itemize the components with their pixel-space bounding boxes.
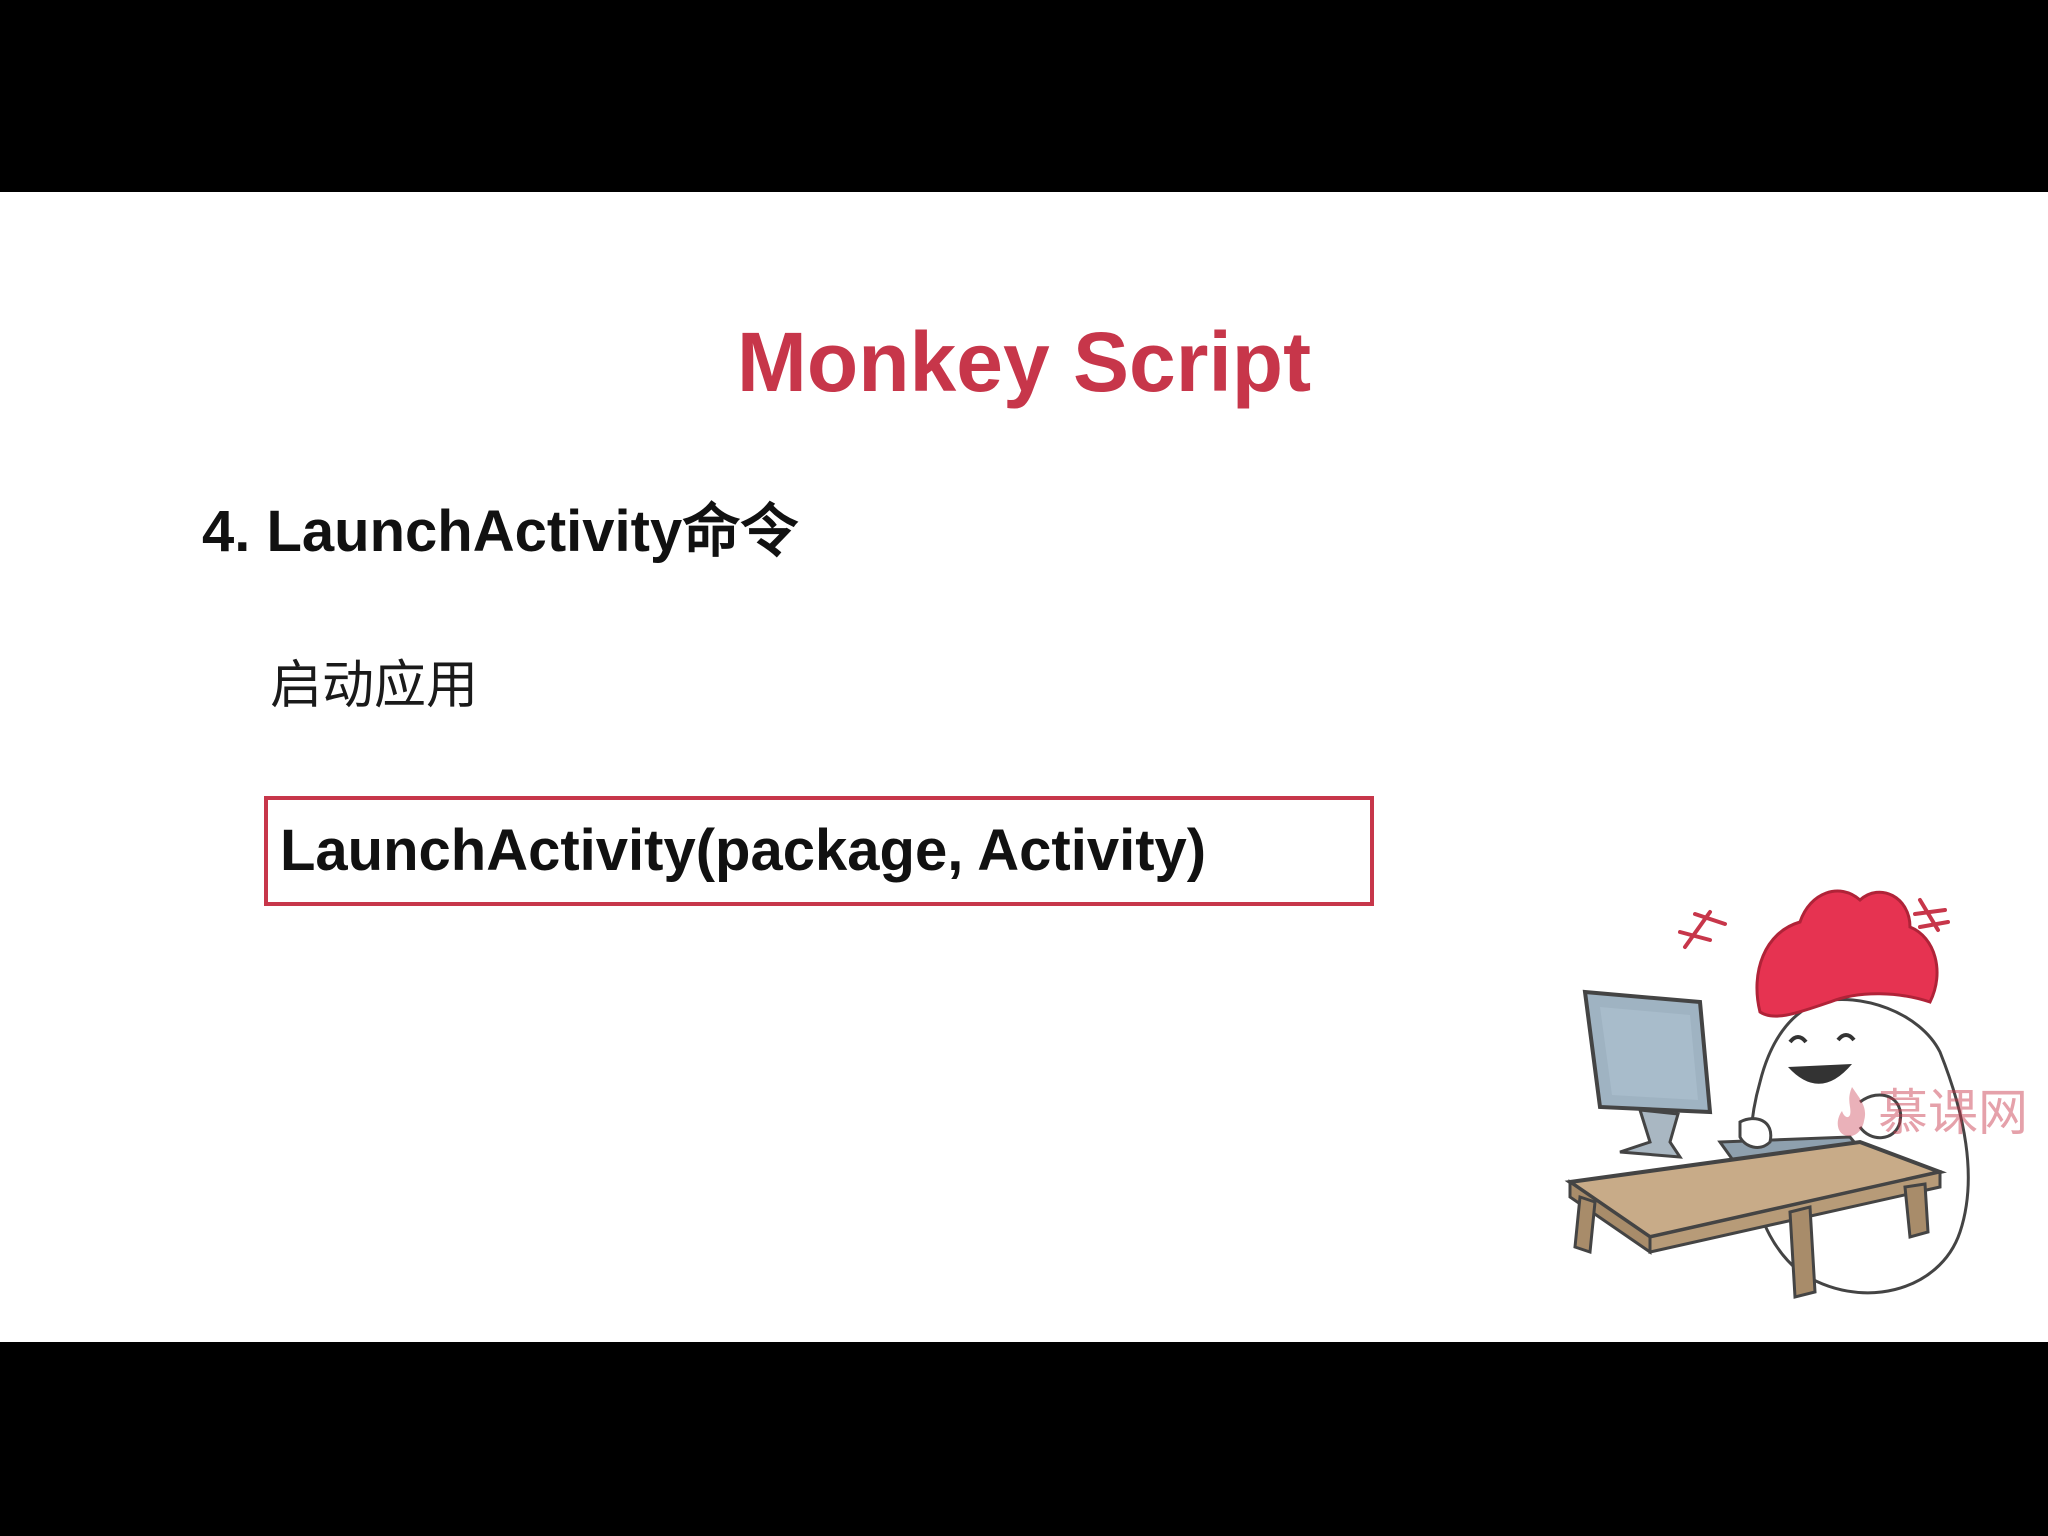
slide: Monkey Script 4. LaunchActivity命令 启动应用 L…	[0, 192, 2048, 1342]
section-heading: 4. LaunchActivity命令	[202, 499, 799, 564]
slide-title: Monkey Script	[736, 315, 1312, 409]
watermark: 慕课网	[1832, 1083, 2028, 1143]
code-box: LaunchActivity(package, Activity)	[264, 796, 1374, 906]
flame-logo-icon	[1837, 1087, 1866, 1137]
code-text: LaunchActivity(package, Activity)	[280, 818, 1207, 883]
watermark-text: 慕课网	[1878, 1085, 2028, 1141]
section-description: 启动应用	[270, 657, 479, 715]
video-frame: Monkey Script 4. LaunchActivity命令 启动应用 L…	[0, 0, 2048, 1536]
